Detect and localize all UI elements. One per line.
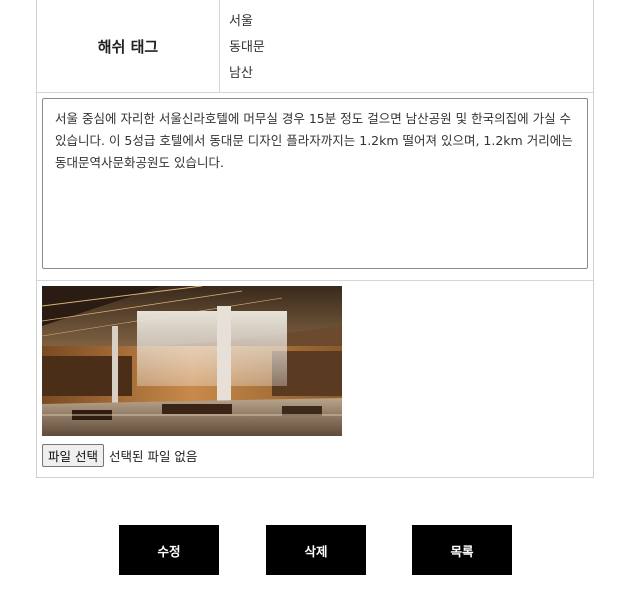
description-row: 서울 중심에 자리한 서울신라호텔에 머무실 경우 15분 정도 걸으면 남산공…	[37, 93, 593, 281]
image-row: 파일 선택 선택된 파일 없음	[37, 281, 593, 477]
choose-file-button[interactable]: 파일 선택	[42, 444, 104, 467]
hotel-lobby-image	[42, 286, 342, 436]
hashtag-item: 남산	[229, 66, 253, 81]
description-textarea[interactable]: 서울 중심에 자리한 서울신라호텔에 머무실 경우 15분 정도 걸으면 남산공…	[42, 98, 588, 269]
edit-button[interactable]: 수정	[119, 525, 219, 575]
post-detail-page: 해쉬 태그 서울 동대문 남산 서울 중심에 자리한 서울신라호텔에 머무실 경…	[0, 0, 630, 599]
hashtag-item: 동대문	[229, 40, 265, 55]
list-button[interactable]: 목록	[412, 525, 512, 575]
file-input-group: 파일 선택 선택된 파일 없음	[42, 444, 588, 467]
file-status-text: 선택된 파일 없음	[108, 449, 198, 464]
hashtag-list: 서울 동대문 남산	[220, 0, 593, 92]
action-buttons: 수정 삭제 목록	[0, 525, 630, 575]
hashtag-label: 해쉬 태그	[37, 0, 220, 92]
post-form-table: 해쉬 태그 서울 동대문 남산 서울 중심에 자리한 서울신라호텔에 머무실 경…	[36, 0, 594, 478]
delete-button[interactable]: 삭제	[266, 525, 366, 575]
hashtag-row: 해쉬 태그 서울 동대문 남산	[37, 0, 593, 93]
hashtag-item: 서울	[229, 14, 253, 29]
